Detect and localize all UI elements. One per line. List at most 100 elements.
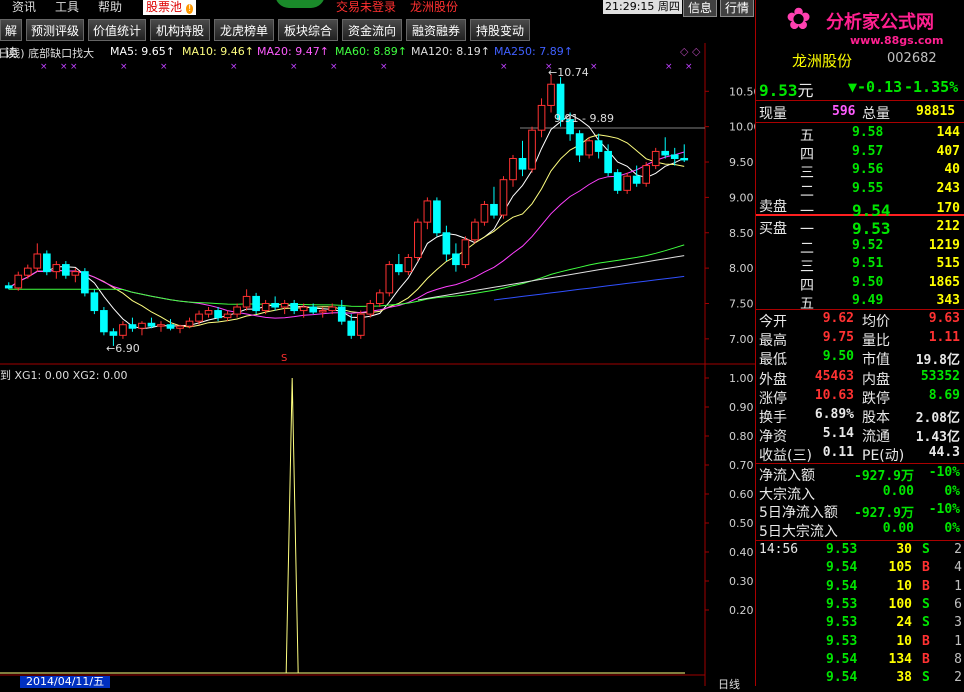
stat-value: 10.63 (814, 387, 854, 403)
stat-label: 市值 (862, 352, 890, 369)
tool-button-sector[interactable]: 板块综合 (278, 19, 338, 41)
candle-body (518, 157, 527, 170)
cursor-date: 2014/04/11/五 (20, 676, 111, 688)
sell-level: 三 (800, 165, 814, 181)
tool-button-holding-change[interactable]: 持股变动 (470, 19, 530, 41)
tool-button-interpret[interactable]: 解读 (0, 19, 22, 60)
flow-value: 0.00 (882, 483, 914, 499)
candle-body (452, 253, 460, 266)
candle-body (195, 313, 203, 322)
signal-cross-icon: × (230, 62, 238, 72)
stat-value: 53352 (920, 368, 960, 384)
info-button[interactable]: 信息 (683, 0, 718, 17)
tick-side: S (922, 670, 930, 686)
tick-price: 9.54 (826, 651, 858, 667)
indicator-axis-label: 0.70 (729, 459, 754, 472)
candle-body (261, 302, 270, 312)
candle-body (375, 292, 384, 304)
candle-body (366, 302, 375, 315)
indicator-axis-label: 1.00 (729, 372, 754, 385)
signal-marker: S (281, 353, 288, 364)
menu-item-help[interactable]: 帮助 (98, 0, 122, 15)
tick-side: B (922, 560, 930, 576)
candle-body (670, 154, 679, 159)
tick-volume: 24 (896, 615, 912, 631)
signal-cross-icon: × (160, 62, 168, 72)
stat-label: 流通 (862, 429, 890, 446)
tool-button-dragon-tiger[interactable]: 龙虎榜单 (214, 19, 274, 41)
candle-body (318, 310, 327, 313)
candle-body (537, 104, 546, 131)
tick-price: 9.53 (826, 615, 858, 631)
sell-volume: 407 (936, 143, 960, 159)
candle-body (442, 232, 451, 255)
flow-pct: -10% (928, 502, 960, 518)
indicator-values: XG1: 0.00 XG2: 0.00 (14, 369, 128, 382)
menu-item-news[interactable]: 资讯 (12, 0, 36, 15)
candle-body (680, 157, 689, 161)
alert-icon: ! (185, 4, 194, 14)
candle-body (356, 313, 365, 336)
toolbar: 解读 预测评级 价值统计 机构持股 龙虎榜单 板块综合 资金流向 融资融券 持股… (0, 17, 755, 60)
candle-body (33, 253, 42, 269)
price-axis-label: 7.00 (729, 333, 754, 346)
candle-body (661, 150, 670, 156)
quote-panel: ✿ 分析家公式网 www.88gs.com 龙洲股份 002682 9.53元 … (755, 0, 964, 686)
tool-button-value[interactable]: 价值统计 (88, 19, 146, 41)
sell-volume: 40 (944, 162, 960, 177)
candle-body (42, 253, 51, 273)
buy-level: 四 (800, 277, 814, 294)
tick-side: S (922, 615, 930, 631)
tick-side: S (922, 542, 930, 557)
price-axis-label: 10.50 (729, 85, 755, 98)
period-label[interactable]: 日线 (718, 676, 740, 692)
stock-pool-tab[interactable]: 股票池 ! (143, 0, 197, 15)
tick-count: 2 (954, 670, 962, 686)
stat-label: 外盘 (759, 371, 787, 388)
tick-count: 4 (954, 560, 962, 576)
candle-body (613, 172, 622, 191)
signal-cross-icon: × (380, 62, 388, 72)
stat-label: 最高 (759, 333, 787, 350)
candle-body (223, 313, 232, 319)
candle-body (461, 239, 470, 266)
tick-time: 14:56 (759, 542, 799, 557)
flow-label: 5日净流入额 (759, 505, 838, 522)
buy-volume: 1865 (928, 274, 960, 290)
flow-label: 净流入额 (759, 468, 815, 484)
sell-volume: 170 (936, 201, 960, 216)
flow-value: 0.00 (882, 520, 914, 536)
buy-level: 二 (800, 240, 814, 257)
signal-cross-icon: × (60, 62, 68, 72)
kline-chart[interactable]: ×××××××××××××× 10.50 10.00 9.50 9.00 8.50 8.0… (0, 43, 755, 686)
candle-body (509, 157, 517, 181)
candle-body (547, 83, 555, 106)
tool-button-institution[interactable]: 机构持股 (150, 19, 210, 41)
candle-body (414, 221, 422, 259)
buy-level: 五 (800, 296, 814, 312)
tool-button-margin[interactable]: 融资融券 (406, 19, 466, 41)
candle-body (280, 302, 289, 308)
tick-volume: 10 (896, 633, 912, 649)
candle-body (100, 310, 108, 333)
price-axis-label: 8.50 (729, 227, 754, 240)
stat-value: 8.69 (928, 387, 960, 403)
price-axis-label: 10.00 (729, 121, 755, 134)
candle-body (404, 257, 413, 273)
price-change: ▼-0.13 (848, 78, 903, 96)
buy-volume: 343 (936, 293, 960, 308)
candle-body (394, 264, 403, 273)
stat-value: 1.11 (928, 330, 960, 346)
stat-value: 5.14 (822, 426, 854, 442)
tool-button-fund-flow[interactable]: 资金流向 (342, 19, 402, 41)
flow-value: -927.9万 (854, 469, 914, 484)
signal-cross-icon: × (330, 62, 338, 72)
candle-body (575, 133, 584, 156)
candle-body (4, 285, 13, 289)
quote-button[interactable]: 行情 (720, 0, 755, 17)
price-change-pct: -1.35% (904, 78, 959, 96)
tool-button-forecast[interactable]: 预测评级 (26, 19, 84, 41)
clock: 21:29:15 周四 (603, 0, 682, 14)
candle-body (347, 320, 356, 336)
menu-item-tools[interactable]: 工具 (55, 0, 79, 15)
